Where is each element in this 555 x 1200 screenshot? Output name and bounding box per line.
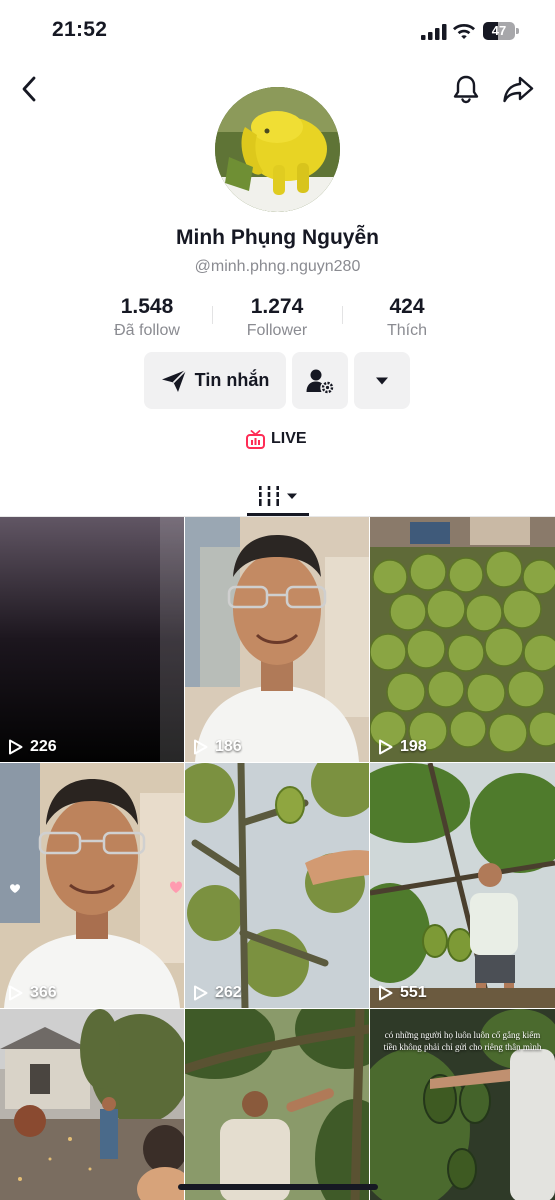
video-thumbnail[interactable] [0, 1009, 184, 1200]
video-thumbnail[interactable]: 262 [185, 763, 369, 1008]
video-thumbnail-image [185, 517, 369, 762]
videos-grid-icon [258, 486, 280, 506]
video-thumbnail[interactable]: 226 [0, 517, 184, 762]
stat-following-value: 1.548 [120, 295, 174, 318]
view-count-value: 366 [30, 984, 57, 1001]
view-count: 186 [193, 738, 242, 756]
stat-likes[interactable]: 424 Thích [337, 294, 477, 342]
video-thumbnail[interactable]: 198 [370, 517, 555, 762]
live-link[interactable]: LIVE [246, 428, 307, 450]
more-options-button[interactable] [354, 352, 410, 409]
view-count: 226 [8, 738, 57, 756]
stat-following[interactable]: 1.548 Đã follow [77, 294, 217, 342]
video-thumbnail-image [0, 763, 184, 1008]
home-indicator[interactable] [178, 1184, 378, 1190]
stat-likes-label: Thích [386, 322, 427, 339]
cellular-signal-icon [421, 24, 447, 40]
battery-indicator: 47 [483, 22, 519, 40]
bell-icon [453, 75, 479, 104]
view-count: 198 [378, 738, 427, 756]
battery-percent: 47 [491, 23, 507, 38]
user-settings-button[interactable] [292, 352, 348, 409]
live-tv-icon [246, 429, 265, 449]
back-button[interactable] [11, 71, 47, 107]
caret-down-icon [287, 493, 297, 499]
share-arrow-icon [503, 76, 534, 103]
video-thumbnail[interactable]: có những người họ luôn luôn cố gắng kiếm… [370, 1009, 555, 1200]
view-count-value: 186 [215, 738, 242, 755]
view-count-value: 551 [400, 984, 427, 1001]
play-icon [378, 985, 393, 1001]
video-grid: 226 186 198 366 262 551 có những người h… [0, 517, 555, 1200]
video-thumbnail[interactable] [185, 1009, 369, 1200]
view-count: 366 [8, 984, 57, 1002]
video-thumbnail-image [370, 763, 555, 1008]
tab-videos[interactable] [247, 476, 309, 516]
stat-likes-value: 424 [389, 295, 425, 318]
avatar[interactable] [215, 87, 340, 212]
wifi-icon [453, 24, 475, 39]
play-icon [8, 739, 23, 755]
video-thumbnail-image [185, 1009, 369, 1200]
video-thumbnail[interactable]: 186 [185, 517, 369, 762]
caret-down-icon [376, 377, 388, 384]
video-thumbnail[interactable]: 366 [0, 763, 184, 1008]
status-time: 21:52 [52, 18, 108, 41]
play-icon [193, 985, 208, 1001]
stat-followers-value: 1.274 [250, 295, 304, 318]
view-count-value: 226 [30, 738, 57, 755]
play-icon [378, 739, 393, 755]
notification-button[interactable] [448, 71, 484, 107]
view-count: 551 [378, 984, 427, 1002]
avatar-image [215, 87, 340, 212]
stat-followers-label: Follower [246, 322, 308, 339]
view-count: 262 [193, 984, 242, 1002]
message-button-label: Tin nhắn [194, 370, 270, 390]
stat-followers[interactable]: 1.274 Follower [207, 294, 347, 342]
video-thumbnail-image [370, 517, 555, 762]
status-bar: 21:52 47 [0, 0, 555, 64]
video-caption: có những người họ luôn luôn cố gắng kiếm… [383, 1030, 542, 1052]
share-button[interactable] [500, 71, 536, 107]
video-thumbnail-image [0, 1009, 184, 1200]
send-icon [161, 368, 187, 392]
view-count-value: 198 [400, 738, 427, 755]
live-label: LIVE [271, 430, 307, 447]
stat-following-label: Đã follow [114, 322, 180, 339]
video-thumbnail-image [0, 517, 184, 762]
view-count-value: 262 [215, 984, 242, 1001]
video-thumbnail-image [185, 763, 369, 1008]
profile-name: Minh Phụng Nguyễn [176, 226, 379, 249]
profile-handle: @minh.phng.nguyn280 [194, 258, 361, 275]
user-gear-icon [306, 369, 334, 393]
video-thumbnail[interactable]: 551 [370, 763, 555, 1008]
play-icon [8, 985, 23, 1001]
play-icon [193, 739, 208, 755]
chevron-left-icon [22, 76, 36, 102]
message-button[interactable]: Tin nhắn [144, 352, 286, 409]
